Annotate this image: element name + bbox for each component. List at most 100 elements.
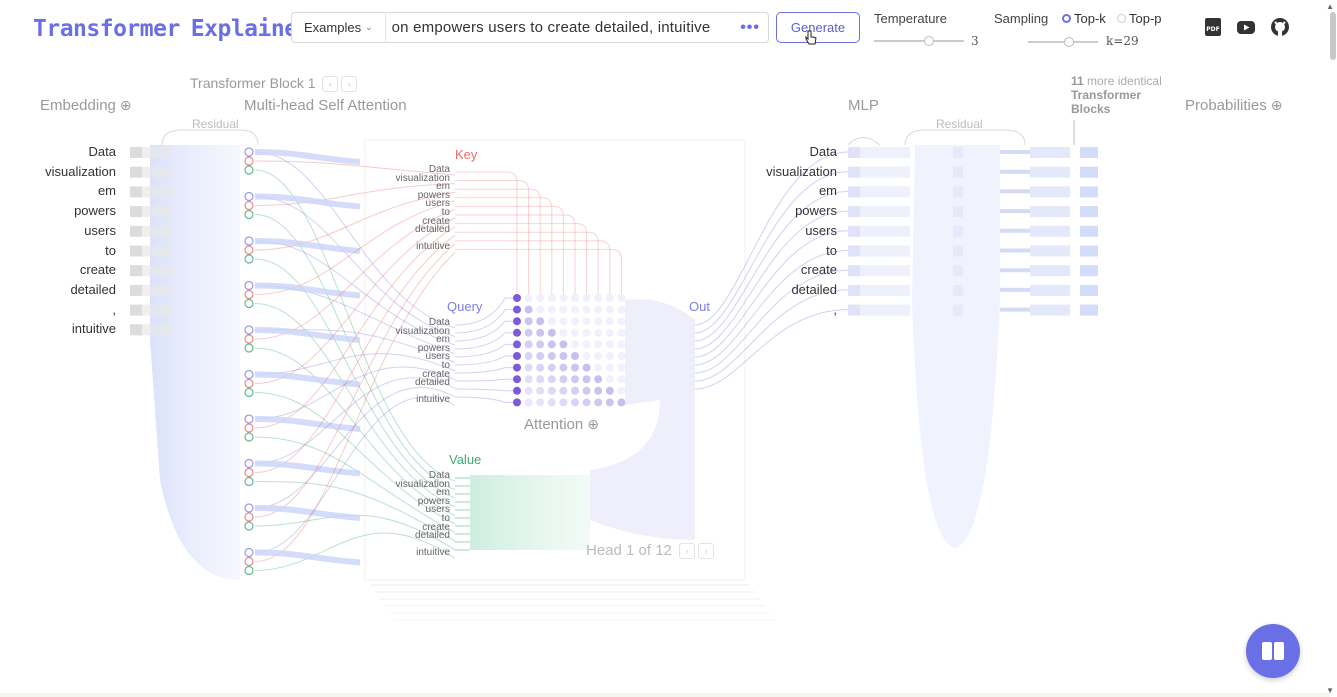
embedding-label: Embedding <box>40 97 116 114</box>
mlp-vector <box>848 147 860 158</box>
mlp-vector-tail <box>860 284 910 296</box>
more-blocks-suffix: more identical <box>1087 74 1162 88</box>
out-label: Out <box>689 299 710 314</box>
zoom-in-icon[interactable]: ⊕ <box>120 97 132 114</box>
attention-cell <box>605 317 614 326</box>
prob-vector-back <box>1030 186 1070 198</box>
attention-cell <box>605 340 614 349</box>
attention-cell <box>617 375 626 384</box>
mlp-token-label: detailed <box>791 281 837 297</box>
attention-cell <box>594 352 603 360</box>
attention-cell <box>513 398 521 407</box>
attention-cell <box>513 363 521 372</box>
attention-cell <box>547 386 556 395</box>
embedding-heading[interactable]: Embedding ⊕ <box>40 97 132 114</box>
attention-cell <box>594 375 603 384</box>
value-token: detailed <box>414 530 450 542</box>
token-label: em <box>97 183 116 199</box>
attention-cell <box>547 398 556 407</box>
qkv-circle <box>244 476 254 487</box>
attention-cell <box>559 340 568 349</box>
mlp-token-label: visualization <box>766 163 837 179</box>
qkv-circle <box>244 147 254 157</box>
qkv-circle <box>244 280 254 291</box>
qkv-ribbon <box>254 371 361 388</box>
attention-cell <box>536 340 545 349</box>
attention-cell <box>582 352 591 360</box>
attention-cell <box>559 294 568 302</box>
attention-cell <box>547 340 556 349</box>
embedding-vector-tail <box>142 245 172 257</box>
next-head-button[interactable]: › <box>698 543 715 560</box>
embedding-vector <box>130 304 142 316</box>
attention-cell <box>605 375 614 384</box>
attention-cell <box>605 363 614 372</box>
token-label: intuitive <box>71 321 116 337</box>
qkv-circle <box>244 236 254 246</box>
qkv-circle <box>244 414 254 424</box>
qkv-circle <box>244 512 254 522</box>
key-label: Key <box>455 147 478 162</box>
mlp-token-label: to <box>826 242 837 258</box>
token-label: to <box>105 242 116 258</box>
mlp-heading: MLP <box>848 97 879 114</box>
attention-cell <box>547 294 556 302</box>
block-title-text: Transformer Block 1 <box>190 75 316 91</box>
prev-block-button[interactable]: ‹ <box>322 76 339 93</box>
embedding-vector <box>130 206 142 218</box>
attention-cell <box>524 375 533 384</box>
more-blocks-note: 11 more identical Transformer Blocks <box>1071 74 1162 116</box>
next-block-button[interactable]: › <box>341 76 358 93</box>
qkv-circle <box>244 200 254 211</box>
zoom-in-icon[interactable]: ⊕ <box>587 416 599 433</box>
book-icon <box>1262 642 1284 660</box>
attention-cell <box>571 398 579 407</box>
key-token: detailed <box>414 224 450 236</box>
mlp-token-label: users <box>805 222 837 238</box>
embedding-vector <box>130 284 142 296</box>
attention-cell <box>605 386 614 395</box>
attention-cell <box>559 317 568 326</box>
prob-vector-back <box>1030 147 1070 158</box>
probabilities-heading[interactable]: Probabilities ⊕ <box>1185 97 1282 114</box>
embedding-vector-tail <box>142 324 172 336</box>
mhsa-heading: Multi-head Self Attention <box>244 97 407 114</box>
qkv-circle <box>244 556 254 567</box>
value-token: intuitive <box>416 546 450 558</box>
attention-cell <box>524 340 533 349</box>
attention-cell <box>524 386 533 395</box>
prev-head-button[interactable]: ‹ <box>679 543 696 560</box>
attention-cell <box>536 317 545 326</box>
attention-label: Attention <box>524 416 584 433</box>
attention-cell <box>571 328 579 337</box>
qkv-circle <box>244 458 254 469</box>
embedding-vector-tail <box>142 304 172 316</box>
attention-cell <box>513 386 521 395</box>
mlp-vector-tail <box>860 147 910 158</box>
mlp-vector-tail <box>860 186 910 198</box>
qkv-circle <box>244 521 254 531</box>
attention-cell <box>524 398 533 407</box>
zoom-in-icon[interactable]: ⊕ <box>1271 97 1283 114</box>
query-label: Query <box>447 299 483 314</box>
attention-cell <box>582 317 591 326</box>
attention-cell <box>582 375 591 384</box>
head-label: Head 1 of 12 <box>586 542 672 559</box>
qkv-circle <box>244 245 254 255</box>
mlp-expansion <box>912 145 1000 548</box>
attention-cell <box>547 317 556 326</box>
qkv-circle <box>244 467 254 478</box>
attention-cell <box>605 305 614 314</box>
qkv-circle <box>244 565 254 576</box>
attention-cell <box>594 294 603 302</box>
embedding-vector-tail <box>142 206 172 218</box>
attention-cell <box>547 352 556 360</box>
qkv-circle <box>244 387 254 398</box>
prob-vector-back <box>1030 225 1070 237</box>
book-button[interactable] <box>1246 624 1300 678</box>
attention-cell <box>571 375 579 384</box>
attention-heading[interactable]: Attention ⊕ <box>524 416 599 433</box>
mlp-token-label: Data <box>809 144 837 159</box>
qkv-circle <box>244 343 254 353</box>
token-label: detailed <box>70 281 116 297</box>
